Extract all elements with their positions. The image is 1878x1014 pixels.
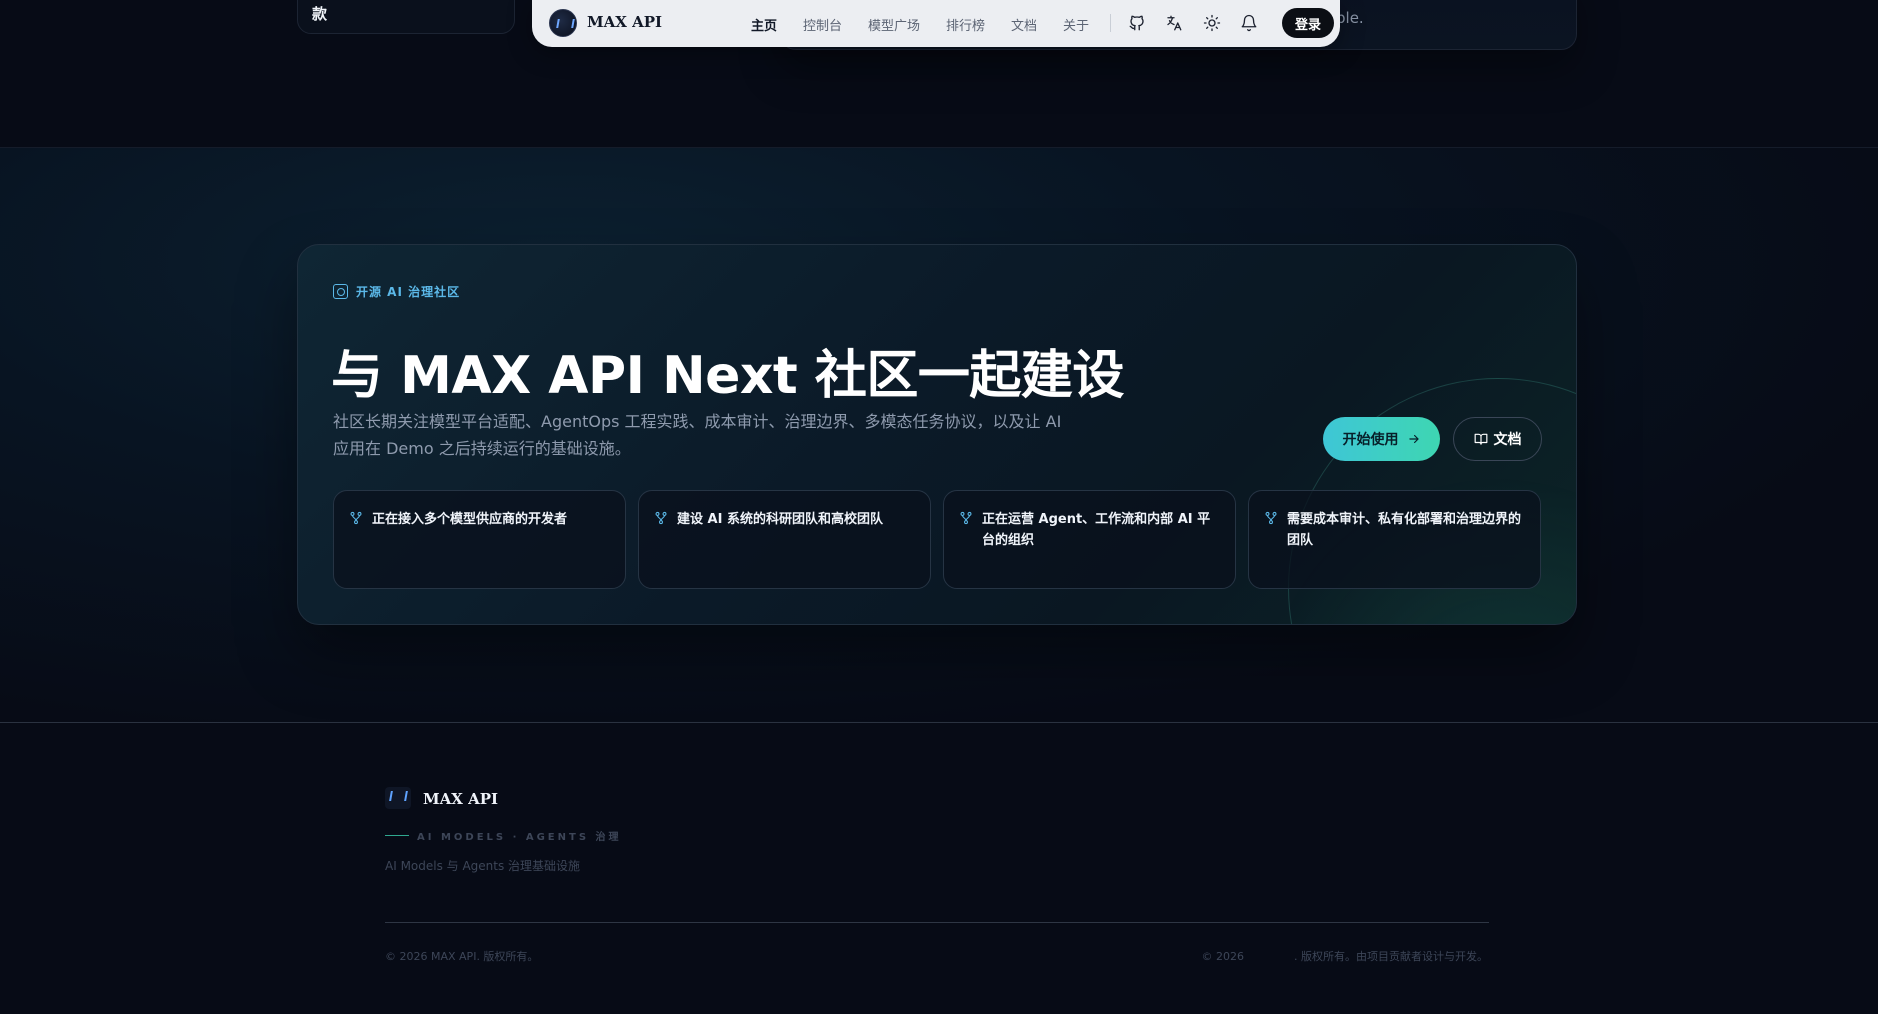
audience-text: 正在运营 Agent、工作流和内部 AI 平台的组织: [982, 512, 1211, 548]
nav-link-leaderboard[interactable]: 排行榜: [946, 15, 985, 34]
tagline-rule: [385, 835, 409, 836]
top-navbar: MAX API 主页 控制台 模型广场 排行榜 文档 关于 登录: [532, 0, 1340, 47]
audience-text: 正在接入多个模型供应商的开发者: [372, 512, 568, 527]
get-started-label: 开始使用: [1342, 432, 1399, 448]
community-headline: 与 MAX API Next 社区一起建设: [331, 346, 1124, 406]
audience-card: 建设 AI 系统的科研团队和高校团队: [638, 490, 931, 589]
footer-logo[interactable]: [385, 787, 411, 809]
audience-list: 正在接入多个模型供应商的开发者 建设 AI 系统的科研团队和高校团队 正在运营 …: [333, 490, 1541, 589]
community-subtitle: 社区长期关注模型平台适配、AgentOps 工程实践、成本审计、治理边界、多模态…: [333, 412, 1062, 458]
nav-link-about[interactable]: 关于: [1063, 15, 1089, 34]
previous-card-left: 款: [297, 0, 515, 34]
brand-name[interactable]: MAX API: [587, 13, 662, 31]
book-open-icon: [1474, 433, 1487, 445]
previous-card-left-text: 款: [312, 5, 328, 23]
translate-icon[interactable]: [1163, 12, 1185, 34]
footer-brand[interactable]: MAX API: [423, 790, 498, 808]
previous-card-right-text: ble.: [1336, 9, 1364, 27]
audience-card: 需要成本审计、私有化部署和治理边界的团队: [1248, 490, 1541, 589]
nav-link-console[interactable]: 控制台: [803, 15, 842, 34]
site-footer: MAX API AI MODELS · AGENTS 治理 AI Models …: [0, 722, 1878, 1014]
community-icon: [333, 284, 348, 299]
audience-text: 建设 AI 系统的科研团队和高校团队: [677, 512, 883, 527]
branch-icon: [349, 510, 363, 525]
login-button[interactable]: 登录: [1282, 8, 1334, 38]
brand-logo[interactable]: [549, 9, 577, 37]
copyright-right: © 2026 . 版权所有。由项目贡献者设计与开发。: [1202, 948, 1489, 964]
docs-button[interactable]: 文档: [1453, 417, 1542, 461]
audience-card: 正在运营 Agent、工作流和内部 AI 平台的组织: [943, 490, 1236, 589]
nav-link-model-plaza[interactable]: 模型广场: [868, 15, 920, 34]
audience-card: 正在接入多个模型供应商的开发者: [333, 490, 626, 589]
community-card: 开源 AI 治理社区 与 MAX API Next 社区一起建设 社区长期关注模…: [297, 244, 1577, 625]
copyright-right-prefix: © 2026: [1201, 950, 1245, 963]
copyright-right-suffix: . 版权所有。由项目贡献者设计与开发。: [1294, 950, 1488, 963]
eyebrow-label: 开源 AI 治理社区: [356, 285, 461, 299]
copyright-left: © 2026 MAX API. 版权所有。: [385, 950, 539, 963]
footer-divider: [385, 922, 1489, 923]
tagline-text: AI MODELS · AGENTS 治理: [417, 832, 622, 843]
branch-icon: [959, 510, 973, 525]
audience-text: 需要成本审计、私有化部署和治理边界的团队: [1287, 512, 1522, 548]
bell-icon[interactable]: [1238, 12, 1260, 34]
community-eyebrow: 开源 AI 治理社区: [333, 283, 460, 300]
github-icon[interactable]: [1126, 12, 1148, 34]
nav-divider: [1110, 14, 1111, 32]
get-started-button[interactable]: 开始使用: [1323, 417, 1440, 461]
branch-icon: [1264, 510, 1278, 525]
docs-label: 文档: [1493, 432, 1522, 448]
footer-tagline: AI MODELS · AGENTS 治理: [385, 828, 622, 843]
branch-icon: [654, 510, 668, 525]
arrow-right-icon: [1408, 434, 1419, 444]
sun-icon[interactable]: [1201, 12, 1223, 34]
footer-description: AI Models 与 Agents 治理基础设施: [385, 859, 581, 873]
nav-link-home[interactable]: 主页: [751, 15, 777, 34]
nav-link-docs[interactable]: 文档: [1011, 15, 1037, 34]
